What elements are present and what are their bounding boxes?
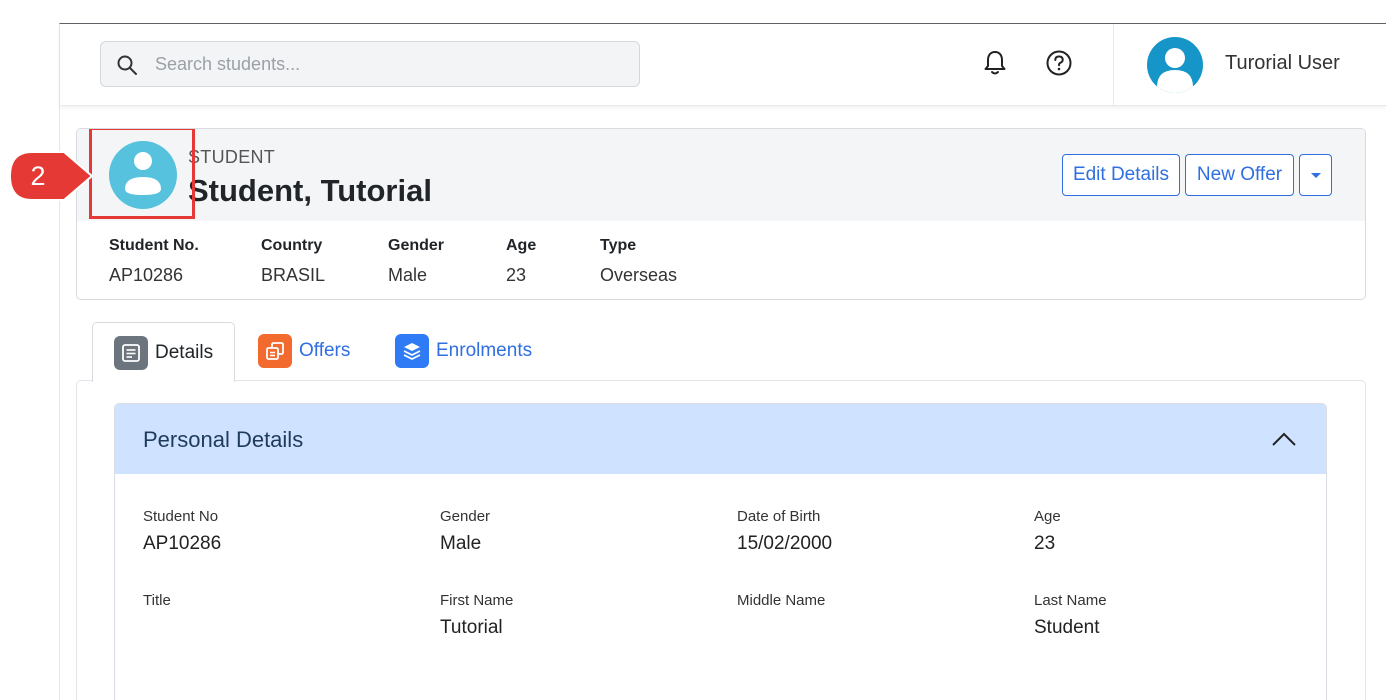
student-kind-label: STUDENT [188, 147, 276, 167]
top-bar: Turorial User [60, 24, 1386, 106]
meta-value: Male [388, 265, 428, 285]
tab-content: Personal Details Student No AP10286 Gend… [76, 380, 1366, 700]
field-label: Title [143, 592, 171, 609]
field-student-no: Student No AP10286 [143, 508, 221, 555]
help-icon[interactable] [1044, 48, 1074, 78]
student-name: Student, Tutorial [188, 173, 432, 208]
field-label: First Name [440, 592, 514, 609]
field-middle-name: Middle Name [737, 592, 825, 639]
offers-icon [258, 334, 292, 368]
meta-label: Gender [388, 237, 445, 254]
field-label: Student No [143, 508, 219, 525]
field-value [143, 617, 171, 639]
meta-type: Type Overseas [600, 237, 677, 286]
top-divider [1113, 24, 1114, 106]
field-value: Tutorial [440, 617, 503, 638]
more-actions-button[interactable] [1299, 154, 1332, 196]
meta-value: BRASIL [261, 265, 326, 285]
field-label: Last Name [1034, 592, 1107, 609]
bell-icon[interactable] [980, 48, 1010, 78]
user-name[interactable]: Turorial User [1225, 52, 1340, 75]
meta-value: 23 [506, 265, 527, 285]
edit-details-button[interactable]: Edit Details [1062, 154, 1180, 196]
field-first-name: First Name Tutorial [440, 592, 513, 639]
meta-value: Overseas [600, 265, 678, 285]
field-gender: Gender Male [440, 508, 490, 555]
field-value: Student [1034, 617, 1100, 638]
field-value: 15/02/2000 [737, 533, 833, 554]
field-value: 23 [1034, 533, 1056, 554]
search-icon [117, 55, 137, 75]
user-avatar-icon[interactable] [1147, 37, 1203, 93]
field-label: Date of Birth [737, 508, 821, 525]
avatar-highlight-box [89, 129, 195, 219]
personal-details-panel: Personal Details Student No AP10286 Gend… [114, 403, 1327, 700]
page: Turorial User STUDENT Student, Tutorial … [0, 0, 1386, 700]
field-value [737, 617, 825, 639]
field-label: Gender [440, 508, 491, 525]
student-header-card: STUDENT Student, Tutorial Edit Details N… [76, 128, 1366, 300]
meta-gender: Gender Male [388, 237, 444, 286]
step-callout-badge: 2 [8, 151, 94, 201]
field-value: Male [440, 533, 482, 554]
field-title: Title [143, 592, 171, 639]
field-age: Age 23 [1034, 508, 1061, 555]
tab-enrolments-label: Enrolments [436, 340, 533, 361]
meta-label: Type [600, 237, 637, 254]
meta-label: Student No. [109, 237, 199, 254]
panel-title: Personal Details [143, 427, 304, 452]
tab-details[interactable]: Details [92, 322, 235, 382]
field-label: Middle Name [737, 592, 826, 609]
meta-label: Age [506, 237, 537, 254]
callout-number: 2 [30, 161, 45, 191]
search-box[interactable] [100, 41, 640, 87]
personal-details-header[interactable]: Personal Details [115, 404, 1326, 474]
meta-student-no: Student No. AP10286 [109, 237, 199, 286]
tab-offers-label: Offers [299, 340, 351, 361]
meta-label: Country [261, 237, 323, 254]
tab-offers[interactable]: Offers [258, 322, 350, 380]
search-input[interactable] [155, 42, 625, 86]
meta-country: Country BRASIL [261, 237, 325, 286]
meta-value: AP10286 [109, 265, 184, 285]
field-label: Age [1034, 508, 1061, 525]
field-date-of-birth: Date of Birth 15/02/2000 [737, 508, 832, 555]
layers-icon [395, 334, 429, 368]
chevron-up-icon[interactable] [1271, 430, 1297, 448]
new-offer-button[interactable]: New Offer [1185, 154, 1294, 196]
caret-down-icon [1310, 172, 1321, 178]
field-value: AP10286 [143, 533, 222, 554]
app-window: Turorial User STUDENT Student, Tutorial … [59, 23, 1386, 700]
field-last-name: Last Name Student [1034, 592, 1107, 639]
tab-enrolments[interactable]: Enrolments [395, 322, 532, 380]
meta-age: Age 23 [506, 237, 536, 286]
document-icon [114, 335, 148, 370]
tab-details-label: Details [155, 341, 214, 363]
